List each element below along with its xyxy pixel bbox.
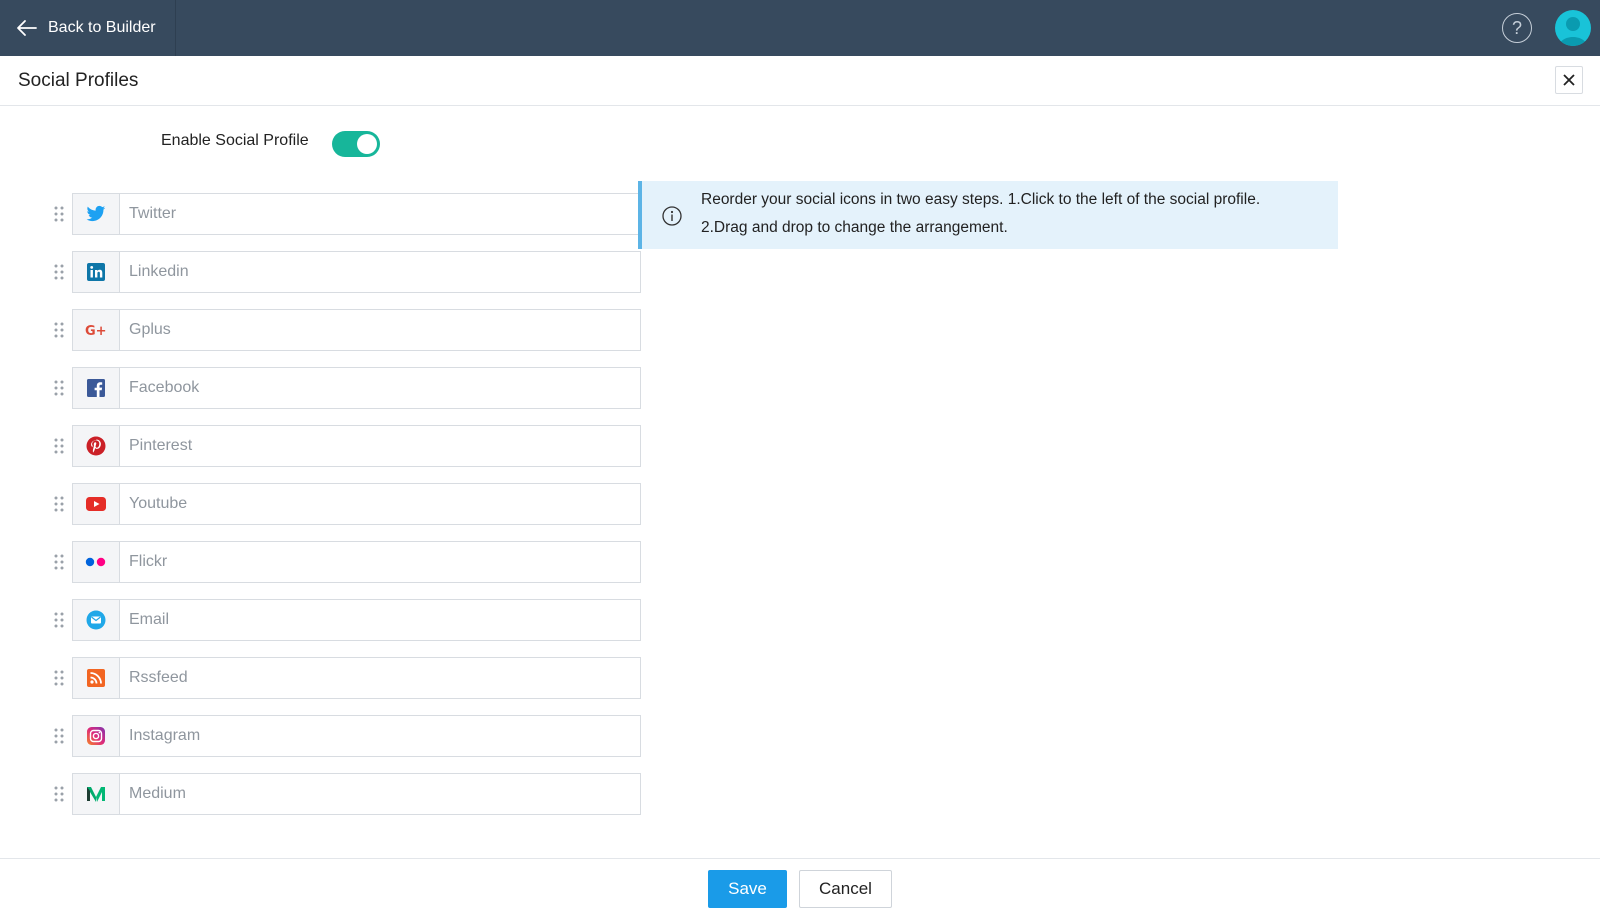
- youtube-input[interactable]: [119, 483, 641, 525]
- profile-row-linkedin: [50, 251, 641, 293]
- cancel-button[interactable]: Cancel: [799, 870, 892, 908]
- gplus-icon-box: G+: [72, 309, 119, 351]
- drag-handle-icon[interactable]: [53, 553, 65, 571]
- linkedin-icon-box: [72, 251, 119, 293]
- facebook-input[interactable]: [119, 367, 641, 409]
- instagram-icon: [87, 727, 105, 745]
- reorder-info-box: Reorder your social icons in two easy st…: [638, 181, 1338, 249]
- drag-handle-icon[interactable]: [53, 495, 65, 513]
- profile-row-flickr: [50, 541, 641, 583]
- instagram-input[interactable]: [119, 715, 641, 757]
- twitter-icon-box: [72, 193, 119, 235]
- youtube-icon-box: [72, 483, 119, 525]
- linkedin-icon: [87, 263, 105, 281]
- back-to-builder-button[interactable]: Back to Builder: [0, 0, 176, 56]
- email-icon: [86, 610, 106, 630]
- instagram-icon-box: [72, 715, 119, 757]
- profile-row-email: [50, 599, 641, 641]
- profile-row-facebook: [50, 367, 641, 409]
- arrow-left-icon: [17, 20, 37, 36]
- linkedin-input[interactable]: [119, 251, 641, 293]
- profile-row-instagram: [50, 715, 641, 757]
- pinterest-icon-box: [72, 425, 119, 467]
- facebook-icon-box: [72, 367, 119, 409]
- drag-handle-icon[interactable]: [53, 785, 65, 803]
- email-icon-box: [72, 599, 119, 641]
- top-bar: Back to Builder ?: [0, 0, 1600, 56]
- gplus-input[interactable]: [119, 309, 641, 351]
- rssfeed-icon-box: [72, 657, 119, 699]
- user-icon: [1559, 17, 1587, 46]
- email-input[interactable]: [119, 599, 641, 641]
- profile-row-gplus: G+: [50, 309, 641, 351]
- medium-icon: [87, 787, 105, 802]
- info-text-line-2: 2.Drag and drop to change the arrangemen…: [701, 219, 1008, 236]
- profile-row-rssfeed: [50, 657, 641, 699]
- info-text-line-1: Reorder your social icons in two easy st…: [701, 191, 1261, 208]
- medium-icon-box: [72, 773, 119, 815]
- toggle-knob: [357, 134, 377, 154]
- flickr-icon-box: [72, 541, 119, 583]
- profile-row-pinterest: [50, 425, 641, 467]
- drag-handle-icon[interactable]: [53, 379, 65, 397]
- google-plus-icon: G+: [85, 324, 107, 337]
- enable-social-profile-toggle[interactable]: [332, 131, 380, 157]
- twitter-input[interactable]: [119, 193, 641, 235]
- youtube-icon: [86, 497, 106, 511]
- profile-row-youtube: [50, 483, 641, 525]
- drag-handle-icon[interactable]: [53, 205, 65, 223]
- help-icon[interactable]: ?: [1502, 13, 1532, 43]
- close-button[interactable]: [1555, 66, 1583, 94]
- info-icon: [662, 206, 682, 226]
- twitter-icon: [86, 205, 106, 222]
- flickr-icon: [85, 557, 106, 567]
- panel-header: Social Profiles: [0, 56, 1600, 106]
- drag-handle-icon[interactable]: [53, 611, 65, 629]
- back-to-builder-label: Back to Builder: [48, 19, 156, 36]
- save-button[interactable]: Save: [708, 870, 787, 908]
- rssfeed-input[interactable]: [119, 657, 641, 699]
- svg-text:G+: G+: [85, 324, 107, 337]
- profile-row-medium: [50, 773, 641, 815]
- facebook-icon: [87, 379, 105, 397]
- enable-social-profile-label: Enable Social Profile: [161, 132, 309, 149]
- user-avatar[interactable]: [1555, 10, 1591, 46]
- medium-input[interactable]: [119, 773, 641, 815]
- pinterest-input[interactable]: [119, 425, 641, 467]
- drag-handle-icon[interactable]: [53, 437, 65, 455]
- rss-icon: [87, 669, 105, 687]
- pinterest-icon: [86, 436, 106, 456]
- drag-handle-icon[interactable]: [53, 263, 65, 281]
- page-title: Social Profiles: [18, 70, 139, 91]
- drag-handle-icon[interactable]: [53, 321, 65, 339]
- drag-handle-icon[interactable]: [53, 669, 65, 687]
- profile-row-twitter: [50, 193, 641, 235]
- drag-handle-icon[interactable]: [53, 727, 65, 745]
- footer-bar: Save Cancel: [0, 858, 1600, 912]
- close-icon: [1563, 74, 1575, 86]
- flickr-input[interactable]: [119, 541, 641, 583]
